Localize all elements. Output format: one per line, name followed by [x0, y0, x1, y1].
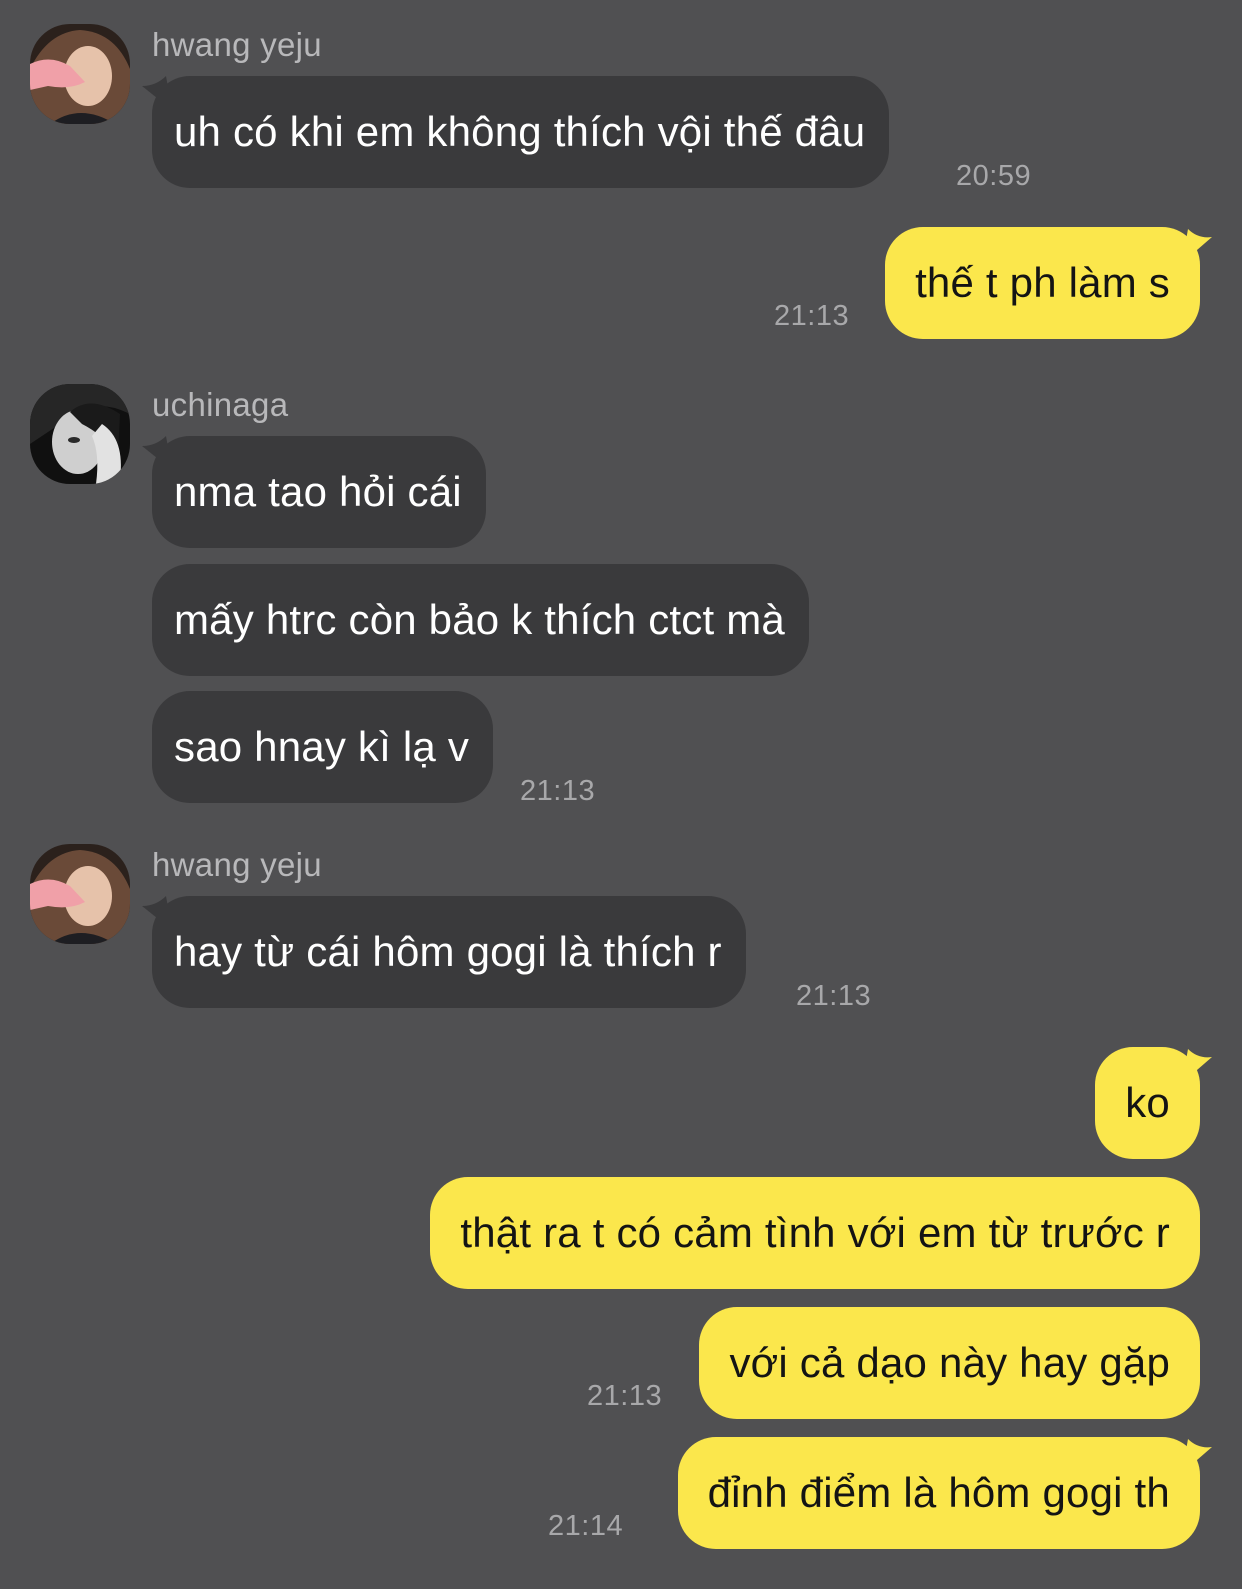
outgoing-message-bubble[interactable]: thế t ph làm s	[885, 227, 1212, 339]
profile-photo-icon	[30, 24, 130, 124]
profile-photo-icon	[30, 844, 130, 944]
message-timestamp: 21:13	[796, 980, 872, 1012]
incoming-message-bubble[interactable]: uh có khi em không thích vội thế đâu	[142, 76, 890, 188]
incoming-message-bubble[interactable]: mấy htrc còn bảo k thích ctct mà	[152, 564, 809, 676]
outgoing-message-bubble[interactable]: thật ra t có cảm tình với em từ trước r	[430, 1177, 1200, 1289]
avatar-hwang-yeju[interactable]	[30, 24, 130, 124]
incoming-message-bubble[interactable]: nma tao hỏi cái	[142, 436, 486, 548]
sender-name: uchinaga	[152, 386, 289, 423]
message-text: với cả dạo này hay gặp	[729, 1339, 1170, 1386]
avatar-uchinaga[interactable]	[30, 384, 130, 484]
message-text: ko	[1125, 1079, 1170, 1126]
incoming-message-bubble[interactable]: sao hnay kì lạ v	[152, 691, 494, 803]
message-text: nma tao hỏi cái	[174, 468, 462, 515]
message-timestamp: 20:59	[956, 160, 1032, 192]
message-timestamp: 21:13	[520, 775, 596, 807]
incoming-message-bubble[interactable]: hay từ cái hôm gogi là thích r	[142, 896, 746, 1008]
message-text: đỉnh điểm là hôm gogi th	[707, 1469, 1170, 1516]
sender-name: hwang yeju	[152, 26, 322, 63]
message-timestamp: 21:13	[774, 300, 850, 332]
message-timestamp: 21:13	[587, 1380, 663, 1412]
message-text: thế t ph làm s	[915, 259, 1170, 306]
bubble-tail-icon	[1182, 229, 1212, 263]
bubble-tail-icon	[142, 76, 172, 110]
message-text: uh có khi em không thích vội thế đâu	[174, 108, 866, 155]
sender-name: hwang yeju	[152, 846, 322, 883]
profile-photo-icon	[30, 384, 130, 484]
message-timestamp: 21:14	[548, 1510, 624, 1542]
bubble-tail-icon	[1182, 1439, 1212, 1473]
outgoing-message-bubble[interactable]: đỉnh điểm là hôm gogi th	[677, 1437, 1212, 1549]
message-text: mấy htrc còn bảo k thích ctct mà	[174, 596, 785, 643]
avatar-hwang-yeju[interactable]	[30, 844, 130, 944]
message-text: hay từ cái hôm gogi là thích r	[174, 928, 722, 975]
bubble-tail-icon	[1182, 1049, 1212, 1083]
bubble-tail-icon	[142, 896, 172, 930]
message-text: sao hnay kì lạ v	[174, 723, 470, 770]
outgoing-message-bubble[interactable]: ko	[1095, 1047, 1212, 1159]
bubble-tail-icon	[142, 436, 172, 470]
message-text: thật ra t có cảm tình với em từ trước r	[460, 1209, 1170, 1256]
outgoing-message-bubble[interactable]: với cả dạo này hay gặp	[699, 1307, 1200, 1419]
